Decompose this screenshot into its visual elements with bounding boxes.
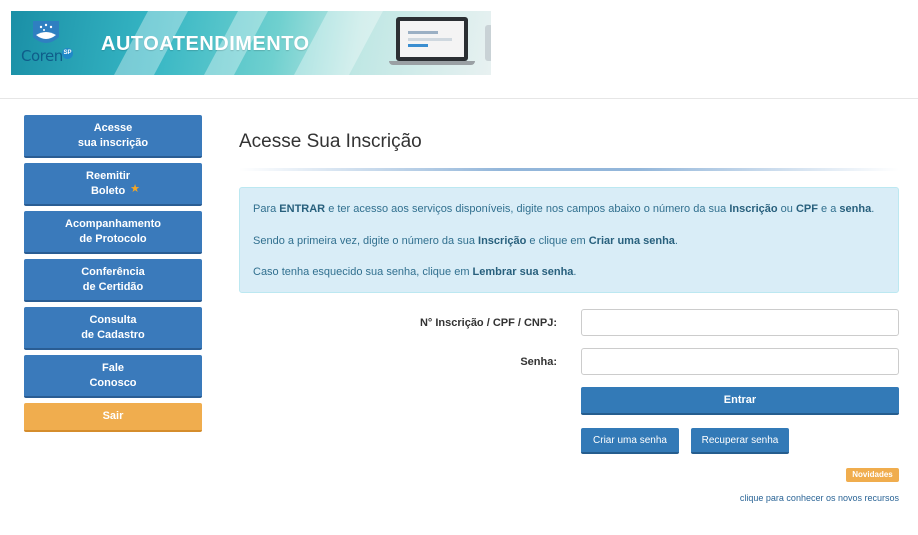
sidebar-item-label: Acesse sua inscrição: [77, 121, 149, 149]
sidebar-item-sair[interactable]: Sair: [24, 403, 202, 432]
sidebar-item-consulta[interactable]: Consulta de Cadastro: [24, 307, 202, 350]
brand-name: Coren: [21, 47, 63, 65]
sidebar-item-label: Conferência de Certidão: [81, 265, 145, 293]
lamp-illustration: [485, 25, 491, 61]
login-label: N° Inscrição / CPF / CNPJ:: [419, 317, 557, 329]
sidebar-item-acompanhamento[interactable]: Acompanhamento de Protocolo: [24, 211, 202, 254]
sidebar-item-label: Fale Conosco: [89, 361, 137, 389]
novidades-badge: Novidades: [846, 468, 899, 482]
recuperar-senha-button[interactable]: Recuperar senha: [691, 428, 789, 454]
nursing-lamp-icon: [33, 21, 59, 43]
sidebar-item-acesse[interactable]: Acesse sua inscrição: [24, 115, 202, 158]
laptop-illustration: [396, 17, 468, 61]
info-line-2: Sendo a primeira vez, digite o número da…: [253, 235, 678, 247]
info-line-1: Para ENTRAR e ter acesso aos serviços di…: [253, 203, 875, 215]
sidebar-item-fale-conosco[interactable]: Fale Conosco: [24, 355, 202, 398]
laptop-base: [389, 61, 475, 65]
banner-title: AUTOATENDIMENTO: [101, 33, 310, 55]
info-alert: Para ENTRAR e ter acesso aos serviços di…: [239, 187, 899, 293]
password-label: Senha:: [520, 356, 557, 368]
title-divider: [239, 168, 899, 171]
sidebar-item-label: Reemitir Boleto: [86, 169, 131, 197]
login-input[interactable]: [581, 309, 899, 336]
novos-recursos-link[interactable]: clique para conhecer os novos recursos: [740, 493, 899, 503]
sidebar-item-reemitir-boleto[interactable]: Reemitir Boleto ★: [24, 163, 202, 206]
criar-senha-button[interactable]: Criar uma senha: [581, 428, 679, 454]
sidebar-menu: Acesse sua inscrição Reemitir Boleto ★ Ac…: [24, 115, 202, 437]
info-line-3: Caso tenha esquecido sua senha, clique e…: [253, 266, 577, 278]
brand-badge: SP: [62, 48, 73, 59]
header-banner: Coren SP AUTOATENDIMENTO: [11, 11, 491, 75]
entrar-button[interactable]: Entrar: [581, 387, 899, 415]
sidebar-item-conferencia[interactable]: Conferência de Certidão: [24, 259, 202, 302]
sidebar-item-label: Consulta de Cadastro: [81, 313, 145, 341]
header-divider: [0, 98, 918, 99]
star-icon: ★: [130, 183, 140, 195]
sidebar-item-label: Sair: [102, 410, 124, 422]
password-input[interactable]: [581, 348, 899, 375]
sidebar-item-label: Acompanhamento de Protocolo: [65, 217, 161, 245]
page-title: Acesse Sua Inscrição: [239, 131, 422, 152]
